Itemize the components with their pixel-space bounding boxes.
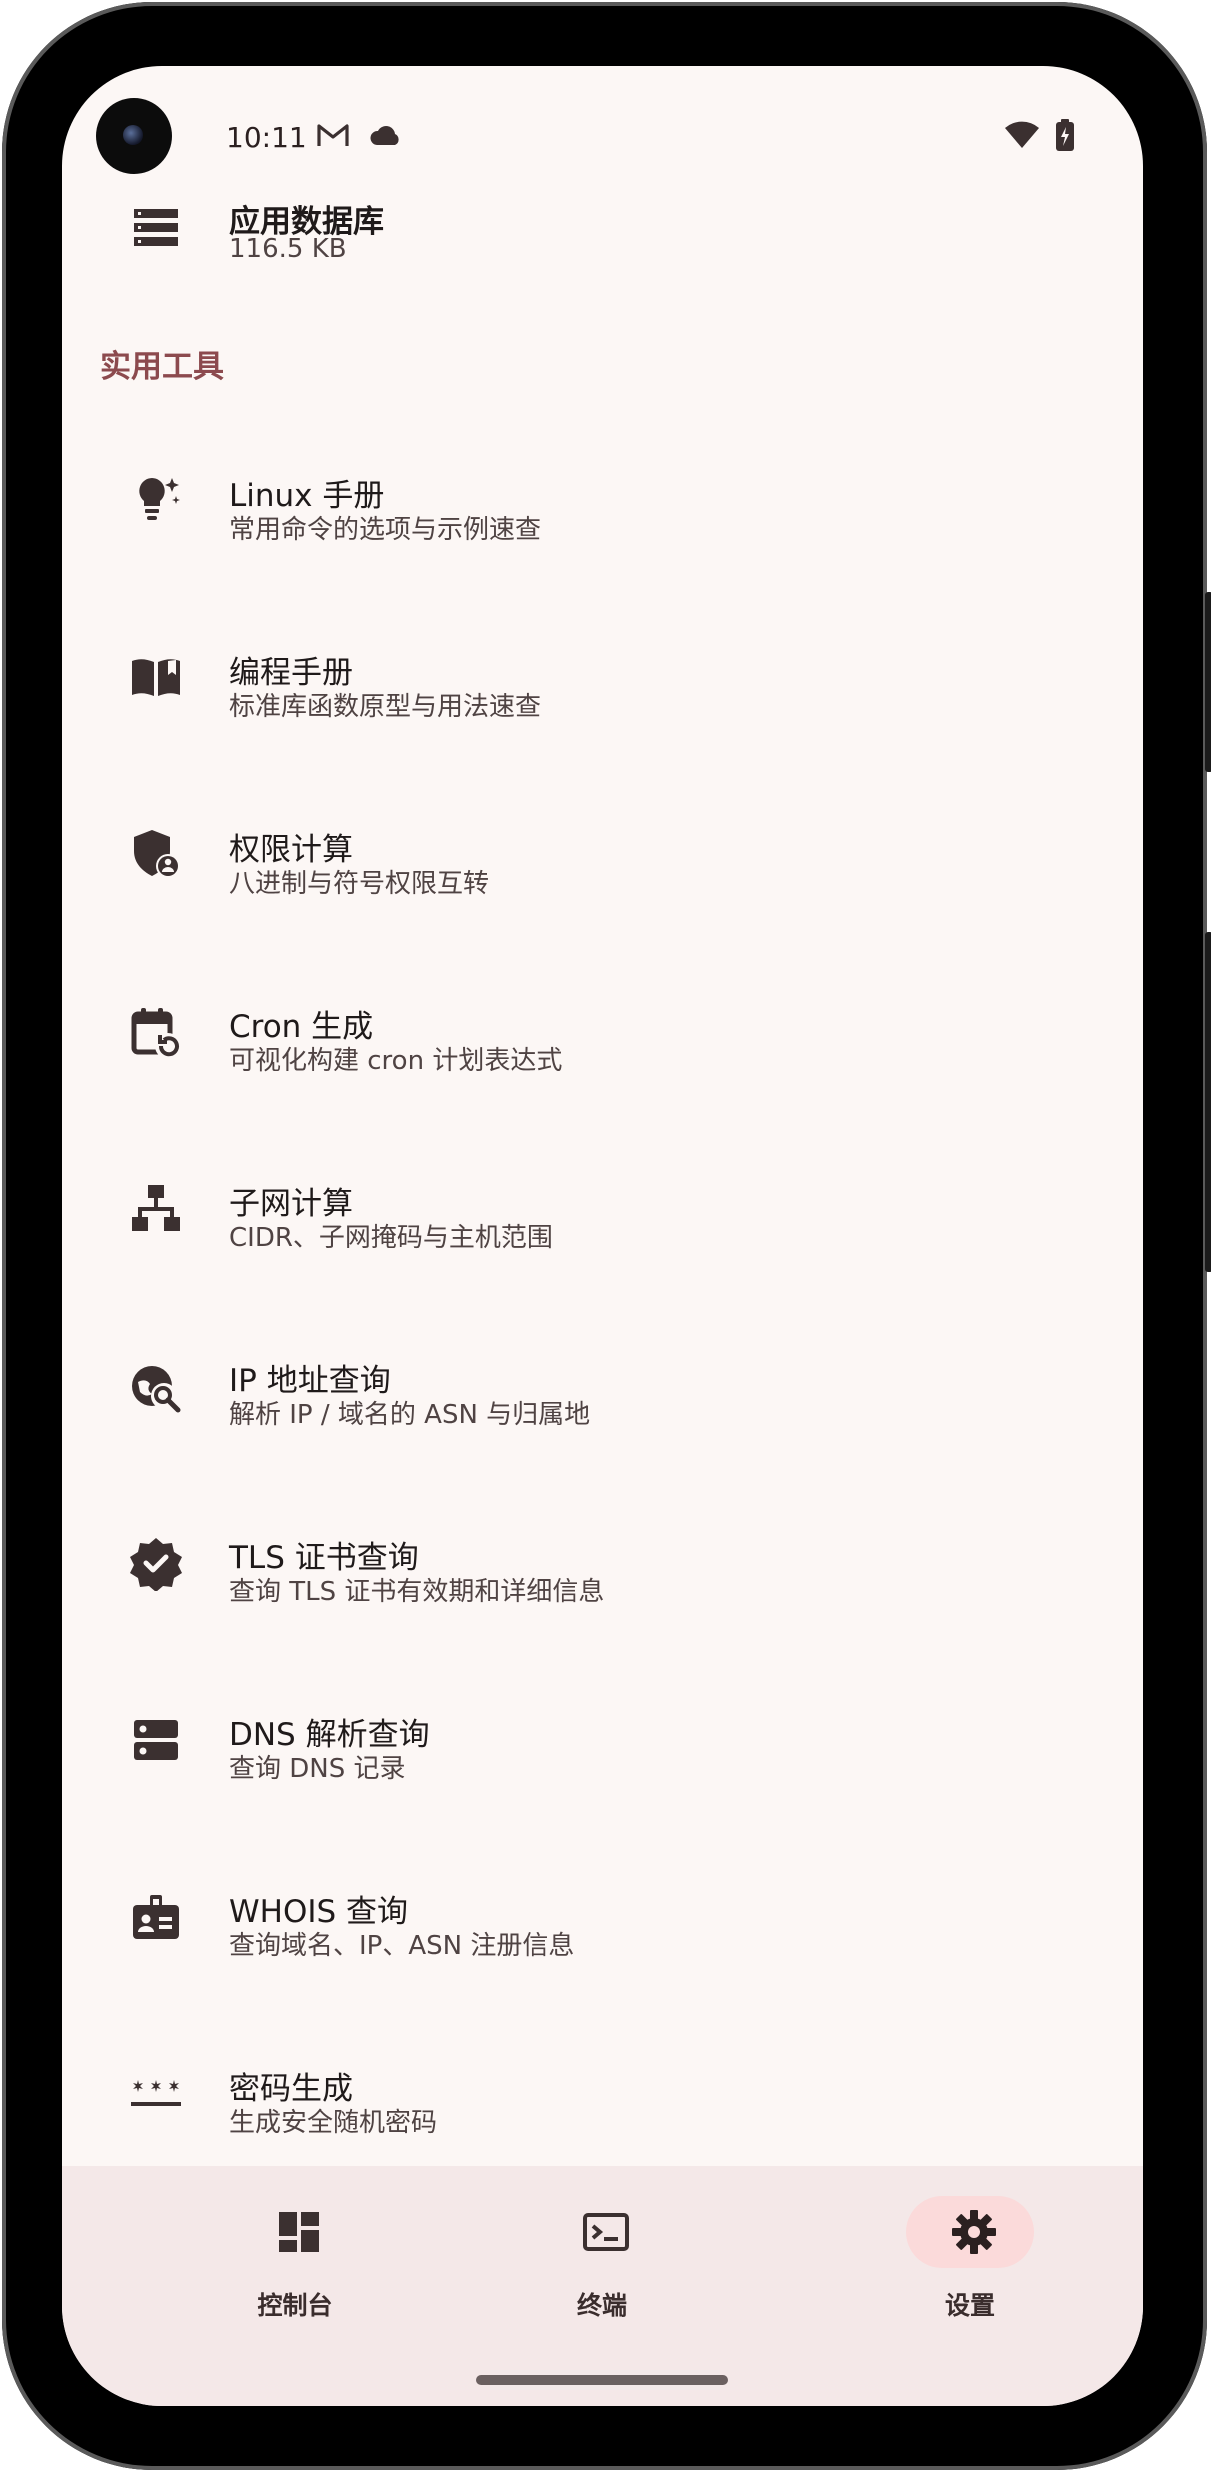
tool-subtitle: 生成安全随机密码 xyxy=(229,2108,438,2138)
tool-subtitle: 八进制与符号权限互转 xyxy=(229,869,490,899)
tool-subtitle: 常用命令的选项与示例速查 xyxy=(229,515,542,545)
tool-subtitle: 标准库函数原型与用法速查 xyxy=(229,692,542,722)
side-button-volume xyxy=(1205,932,1211,1272)
bottom-navigation: 控制台 终端 设置 xyxy=(62,2166,1143,2406)
shield-person-icon xyxy=(128,826,184,882)
lightbulb-sparkle-icon xyxy=(128,472,184,528)
tool-subtitle: 可视化构建 cron 计划表达式 xyxy=(229,1046,563,1076)
globe-search-icon xyxy=(128,1358,184,1414)
verified-badge-icon xyxy=(128,1535,184,1591)
dashboard-icon xyxy=(275,2208,323,2256)
side-button-power xyxy=(1205,592,1211,772)
phone-frame: 10:11 应用数据库 116.5 KB 实用工具 Linux 手册 常用命令的… xyxy=(2,2,1211,2470)
password-icon xyxy=(128,2066,184,2122)
nav-label: 终端 xyxy=(576,2291,627,2320)
battery-charging-icon xyxy=(1054,118,1076,156)
wifi-icon xyxy=(1004,120,1040,154)
nav-item-settings[interactable]: 设置 xyxy=(850,2166,1090,2406)
tool-subtitle: 查询 DNS 记录 xyxy=(229,1754,406,1784)
network-tree-icon xyxy=(128,1181,184,1237)
section-title: 实用工具 xyxy=(100,349,224,385)
id-badge-icon xyxy=(128,1889,184,1945)
nav-label: 设置 xyxy=(944,2291,995,2320)
app-screen: 10:11 应用数据库 116.5 KB 实用工具 Linux 手册 常用命令的… xyxy=(62,66,1143,2406)
nav-item-terminal[interactable]: 终端 xyxy=(482,2166,722,2406)
tool-subtitle: 查询域名、IP、ASN 注册信息 xyxy=(229,1931,575,1961)
status-time: 10:11 xyxy=(226,121,307,154)
terminal-icon xyxy=(582,2208,630,2256)
calendar-refresh-icon xyxy=(128,1004,184,1060)
front-camera xyxy=(96,98,172,174)
nav-item-dashboard[interactable]: 控制台 xyxy=(175,2166,415,2406)
tool-subtitle: 解析 IP / 域名的 ASN 与归属地 xyxy=(229,1400,591,1430)
storage-size: 116.5 KB xyxy=(229,234,347,264)
tool-subtitle: 查询 TLS 证书有效期和详细信息 xyxy=(229,1577,605,1607)
home-indicator[interactable] xyxy=(476,2375,728,2385)
tool-subtitle: CIDR、子网掩码与主机范围 xyxy=(229,1223,553,1253)
gmail-icon xyxy=(316,120,350,154)
dns-server-icon xyxy=(128,1712,184,1768)
settings-icon xyxy=(950,2208,998,2256)
storage-icon xyxy=(128,200,184,256)
book-open-icon xyxy=(128,649,184,705)
cloud-icon xyxy=(368,123,404,153)
nav-label: 控制台 xyxy=(257,2291,333,2320)
